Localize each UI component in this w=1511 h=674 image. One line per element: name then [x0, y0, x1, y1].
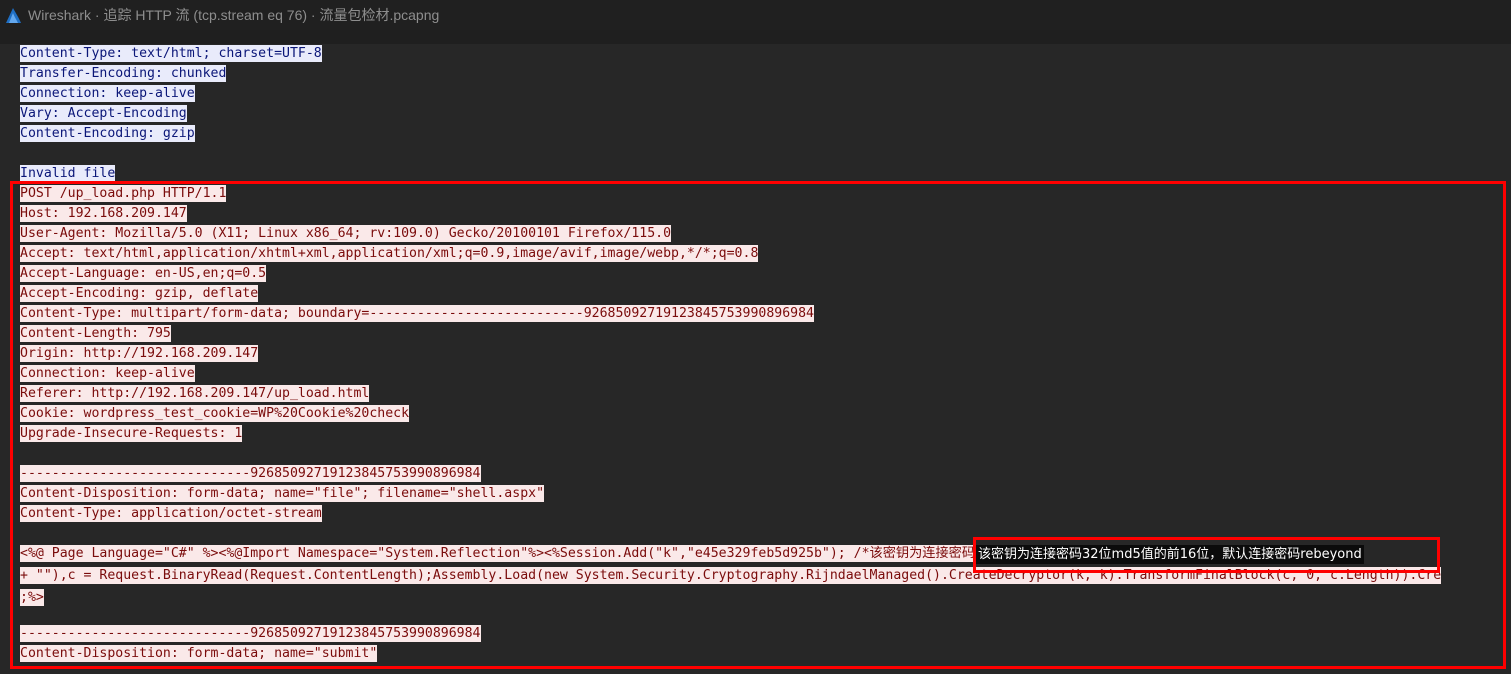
stream-line: POST /up_load.php HTTP/1.1 [20, 185, 227, 202]
stream-line: Invalid file [20, 165, 116, 182]
stream-line: Content-Type: application/octet-stream [20, 505, 322, 522]
stream-line: ;%> [20, 589, 44, 606]
stream-line: Connection: keep-alive [20, 85, 195, 102]
stream-line: + ""),c = Request.BinaryRead(Request.Con… [20, 567, 1442, 584]
stream-line: Connection: keep-alive [20, 365, 195, 382]
title-bar: Wireshark · 追踪 HTTP 流 (tcp.stream eq 76)… [0, 0, 1511, 30]
window-title: Wireshark · 追踪 HTTP 流 (tcp.stream eq 76)… [28, 7, 440, 23]
stream-line: -----------------------------92685092719… [20, 625, 481, 642]
toolbar-gap [0, 30, 1511, 44]
stream-line: Content-Encoding: gzip [20, 125, 195, 142]
stream-line: Content-Disposition: form-data; name="fi… [20, 485, 545, 502]
stream-line: Content-Length: 795 [20, 325, 171, 342]
stream-line: Host: 192.168.209.147 [20, 205, 187, 222]
stream-line: Origin: http://192.168.209.147 [20, 345, 259, 362]
stream-line: Content-Type: multipart/form-data; bound… [20, 305, 814, 322]
stream-line: Vary: Accept-Encoding [20, 105, 187, 122]
stream-line: Content-Type: text/html; charset=UTF-8 [20, 45, 322, 62]
stream-line: -----------------------------92685092719… [20, 465, 481, 482]
stream-line: Upgrade-Insecure-Requests: 1 [20, 425, 243, 442]
stream-line: Content-Disposition: form-data; name="su… [20, 645, 378, 662]
stream-line: Transfer-Encoding: chunked [20, 65, 227, 82]
follow-stream-text-view[interactable]: Content-Type: text/html; charset=UTF-8 T… [0, 44, 1511, 674]
stream-line: Referer: http://192.168.209.147/up_load.… [20, 385, 370, 402]
stream-line: Accept-Language: en-US,en;q=0.5 [20, 265, 267, 282]
stream-lines: Content-Type: text/html; charset=UTF-8 T… [20, 44, 1442, 664]
stream-line: User-Agent: Mozilla/5.0 (X11; Linux x86_… [20, 225, 672, 242]
stream-line: Cookie: wordpress_test_cookie=WP%20Cooki… [20, 405, 410, 422]
stream-line-blank [20, 444, 1441, 464]
stream-line: Accept-Encoding: gzip, deflate [20, 285, 259, 302]
wireshark-logo-icon [6, 8, 21, 23]
stream-line: Accept: text/html,application/xhtml+xml,… [20, 245, 759, 262]
stream-line-blank [20, 144, 1441, 164]
stream-line-blank [20, 524, 1441, 544]
key-comment-highlight: 该密钥为连接密码32位md5值的前16位，默认连接密码rebeyond [976, 545, 1364, 564]
